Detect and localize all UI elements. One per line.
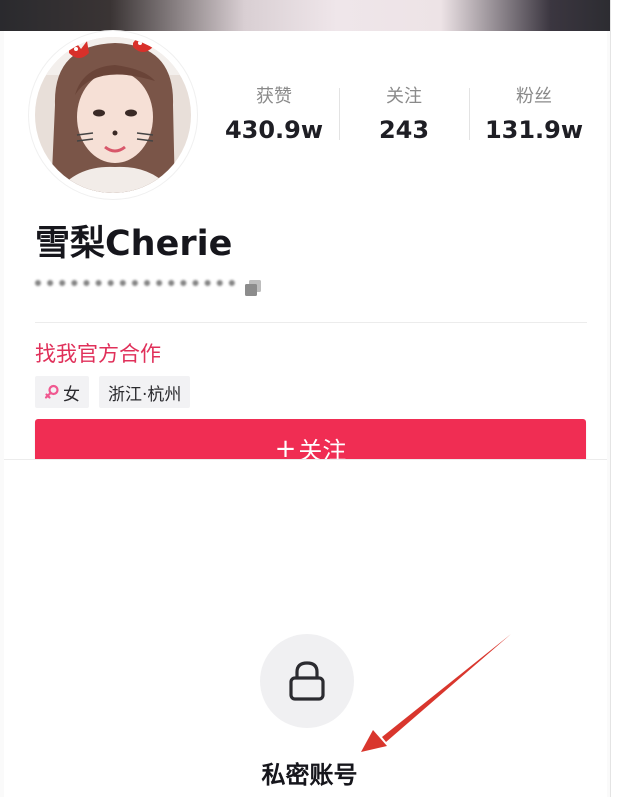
avatar[interactable]	[29, 31, 197, 199]
copy-icon[interactable]	[243, 278, 263, 298]
profile-banner	[0, 0, 612, 31]
stat-label: 粉丝	[516, 86, 552, 107]
gender-label: 女	[63, 384, 80, 405]
profile-page: 获赞 430.9w 关注 243 粉丝 131.9w 雪梨Cherie 找我官方…	[0, 0, 619, 797]
stat-value: 430.9w	[224, 116, 324, 144]
stat-followers[interactable]: 粉丝 131.9w	[469, 83, 599, 153]
lock-icon	[289, 661, 325, 701]
screen-edge	[610, 0, 619, 797]
stat-value: 131.9w	[484, 116, 584, 144]
stat-following[interactable]: 关注 243	[339, 83, 469, 153]
redacted-account-id	[35, 280, 235, 296]
content-area	[4, 459, 607, 797]
stat-label: 获赞	[256, 86, 292, 107]
profile-name: 雪梨Cherie	[35, 224, 233, 264]
private-account-label: 私密账号	[261, 761, 358, 789]
stat-label: 关注	[386, 86, 422, 107]
profile-tags: 女 浙江·杭州	[35, 376, 191, 408]
stat-likes[interactable]: 获赞 430.9w	[209, 83, 339, 153]
gender-tag: 女	[35, 376, 89, 408]
private-account-badge	[260, 634, 354, 728]
profile-header-card: 获赞 430.9w 关注 243 粉丝 131.9w 雪梨Cherie 找我官方…	[4, 31, 607, 478]
location-tag: 浙江·杭州	[99, 376, 191, 408]
female-icon	[44, 384, 60, 400]
avatar-photo	[35, 37, 191, 193]
section-divider	[35, 322, 587, 323]
profile-stats: 获赞 430.9w 关注 243 粉丝 131.9w	[209, 83, 599, 153]
stat-value: 243	[378, 116, 430, 144]
account-id-row	[35, 276, 263, 300]
official-cooperation-link[interactable]: 找我官方合作	[35, 340, 161, 368]
